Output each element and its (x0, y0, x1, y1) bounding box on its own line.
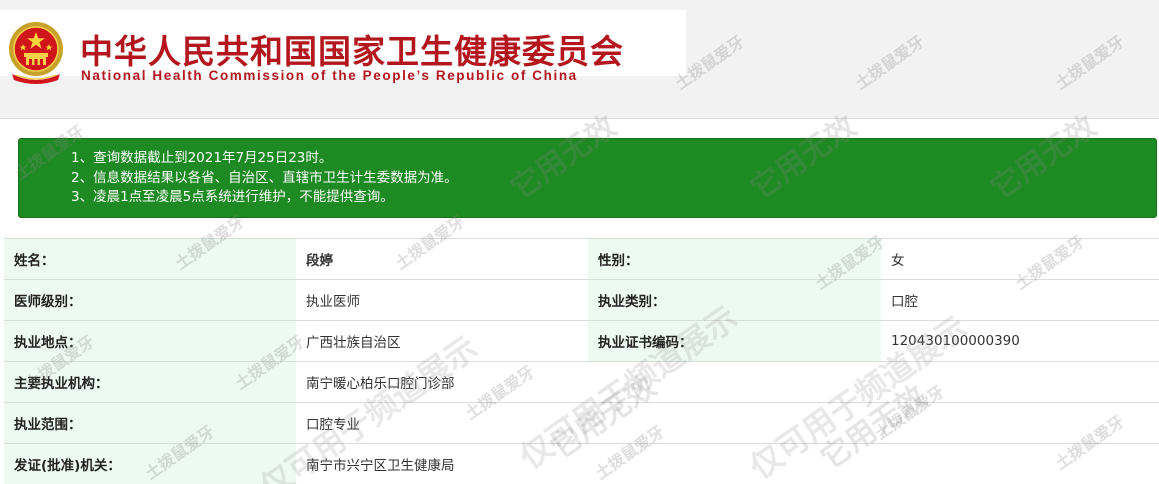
practice-category-value: 口腔 (881, 279, 1159, 321)
table-row: 主要执业机构： 南宁暖心柏乐口腔门诊部 (4, 361, 1159, 403)
page: 中华人民共和国国家卫生健康委员会 National Health Commiss… (0, 0, 1159, 484)
header-divider (0, 118, 1159, 119)
practice-location-value: 广西壮族自治区 (296, 320, 588, 362)
practice-location-label: 执业地点： (4, 320, 296, 362)
notice-box: 1、查询数据截止到2021年7月25日23时。 2、信息数据结果以各省、自治区、… (18, 138, 1157, 218)
name-label: 姓名： (4, 238, 296, 280)
table-row: 执业地点： 广西壮族自治区 执业证书编码： 120430100000390 (4, 320, 1159, 362)
practitioner-level-label: 医师级别： (4, 279, 296, 321)
practice-scope-label: 执业范围： (4, 402, 296, 444)
practice-category-label: 执业类别： (588, 279, 881, 321)
table-row: 姓名： 段婷 性别： 女 (4, 238, 1159, 280)
issuing-authority-value: 南宁市兴宁区卫生健康局 (296, 443, 1159, 484)
site-title-english: National Health Commission of the People… (81, 68, 578, 83)
notice-line-3: 3、凌晨1点至凌晨5点系统进行维护，不能提供查询。 (71, 189, 394, 205)
main-institution-label: 主要执业机构： (4, 361, 296, 403)
gender-value: 女 (881, 238, 1159, 280)
doctor-info-table: 姓名： 段婷 性别： 女 医师级别： 执业医师 执业类别： 口腔 执业地点： 广… (4, 238, 1159, 484)
certificate-number-value: 120430100000390 (881, 320, 1159, 362)
gender-label: 性别： (588, 238, 881, 280)
practice-scope-value: 口腔专业 (296, 402, 1159, 444)
logo-banner[interactable]: 中华人民共和国国家卫生健康委员会 National Health Commiss… (0, 10, 686, 84)
certificate-number-label: 执业证书编码： (588, 320, 881, 362)
table-row: 发证(批准)机关： 南宁市兴宁区卫生健康局 (4, 443, 1159, 484)
table-row: 执业范围： 口腔专业 (4, 402, 1159, 444)
practitioner-level-value: 执业医师 (296, 279, 588, 321)
name-value: 段婷 (296, 238, 588, 280)
site-title-chinese: 中华人民共和国国家卫生健康委员会 (80, 32, 624, 71)
national-emblem-icon (9, 22, 63, 84)
issuing-authority-label: 发证(批准)机关： (4, 443, 296, 484)
site-header: 中华人民共和国国家卫生健康委员会 National Health Commiss… (0, 0, 1159, 118)
table-row: 医师级别： 执业医师 执业类别： 口腔 (4, 279, 1159, 321)
main-institution-value: 南宁暖心柏乐口腔门诊部 (296, 361, 1159, 403)
notice-line-1: 1、查询数据截止到2021年7月25日23时。 (71, 150, 333, 166)
notice-line-2: 2、信息数据结果以各省、自治区、直辖市卫生计生委数据为准。 (71, 169, 458, 186)
